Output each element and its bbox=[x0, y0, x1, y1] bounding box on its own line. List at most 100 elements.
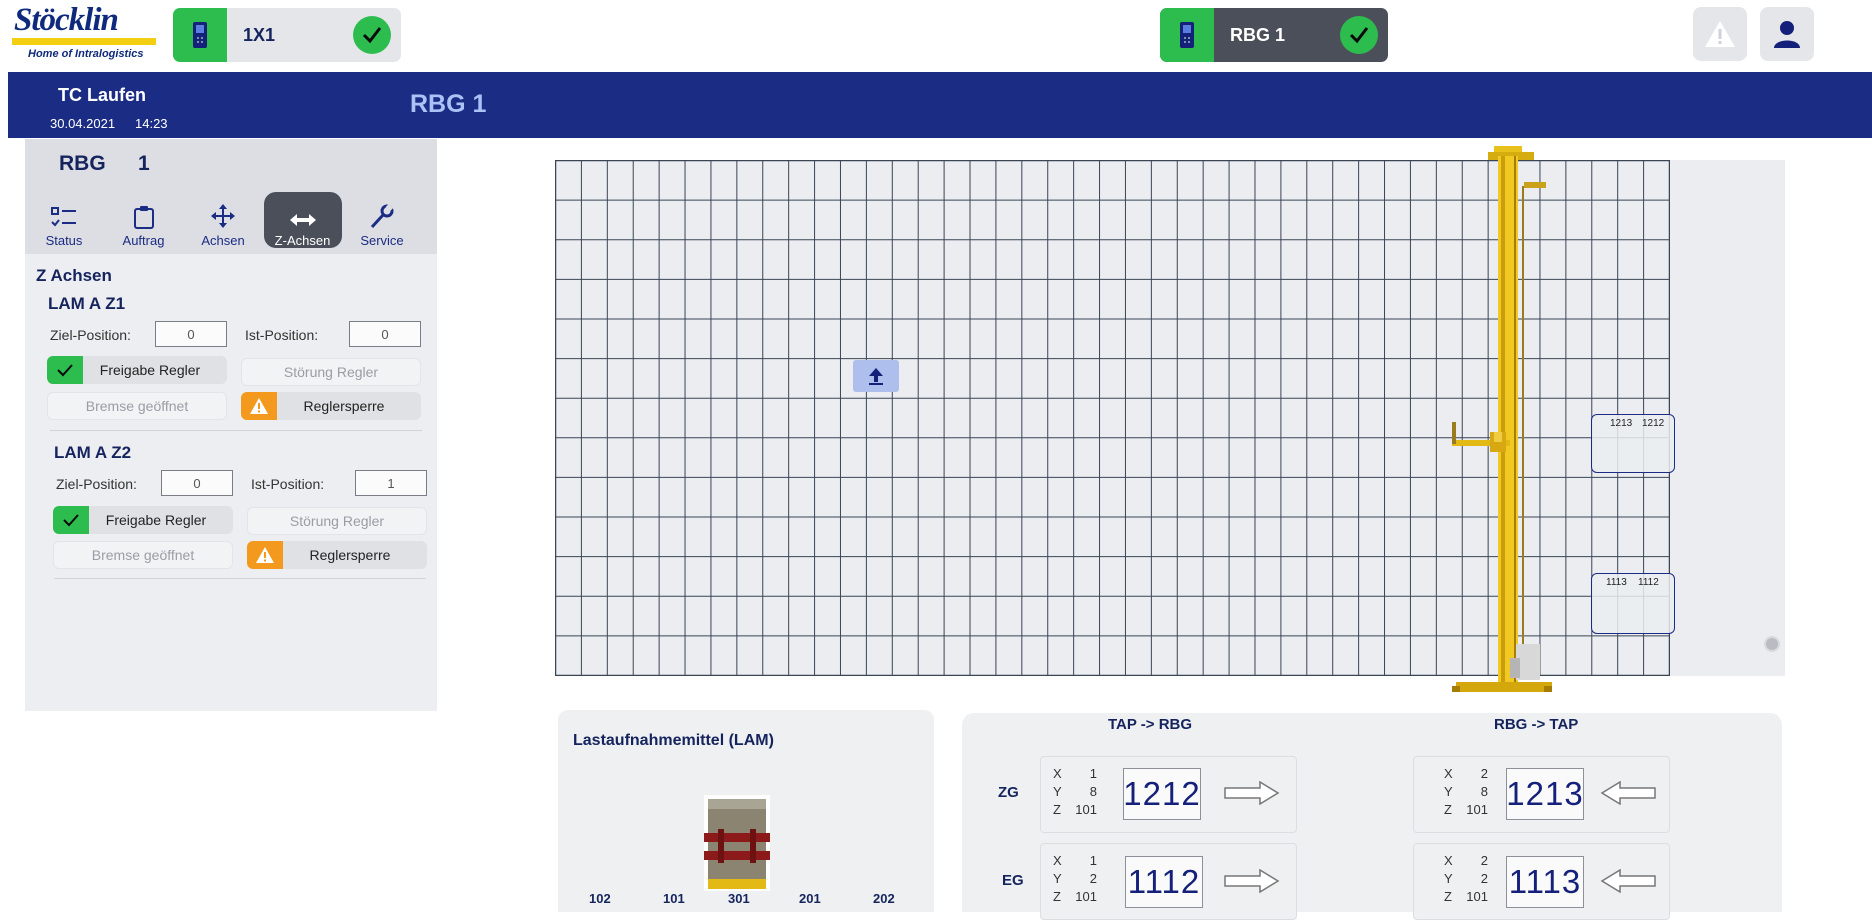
check-icon bbox=[53, 506, 89, 534]
scroll-handle[interactable] bbox=[1764, 636, 1780, 652]
divider bbox=[50, 430, 422, 431]
tab-service[interactable]: Service bbox=[343, 192, 421, 248]
brake-open-status: Bremse geöffnet bbox=[47, 392, 227, 420]
device-selector-1x1[interactable]: 1X1 bbox=[173, 8, 401, 62]
location-code: 1112 bbox=[1125, 856, 1203, 908]
arrow-right-icon bbox=[1224, 781, 1280, 805]
actual-position-field: 0 bbox=[349, 321, 421, 347]
location-code: 1213 bbox=[1506, 768, 1584, 820]
sidebar-tabs: Status Auftrag Achsen Z-Achsen Service bbox=[25, 192, 437, 248]
tab-label: Status bbox=[45, 233, 83, 248]
transfer-card[interactable]: X2 Y8 Z 101 1213 bbox=[1413, 756, 1670, 833]
slot-code: 1212 bbox=[1642, 418, 1665, 429]
lam-position-label: 301 bbox=[728, 891, 750, 906]
controller-fault-status: Störung Regler bbox=[241, 358, 421, 386]
time-text: 14:23 bbox=[135, 116, 168, 131]
lam-position-label: 101 bbox=[663, 891, 685, 906]
target-position-field[interactable]: 0 bbox=[155, 321, 227, 347]
actual-position-label: Ist-Position: bbox=[245, 327, 319, 343]
check-icon bbox=[1340, 16, 1378, 54]
site-name: TC Laufen bbox=[58, 85, 146, 105]
arrow-right-icon bbox=[1224, 869, 1280, 893]
brake-open-status: Bremse geöffnet bbox=[53, 541, 233, 569]
coords: X1 Y2 Z 101 bbox=[1053, 853, 1097, 904]
controller-lock-status: Reglersperre bbox=[241, 392, 421, 420]
coords: X1 Y8 Z 101 bbox=[1053, 766, 1097, 817]
upload-arrow-icon bbox=[869, 368, 883, 385]
slot-code: 1213 bbox=[1610, 418, 1633, 429]
status-label: Freigabe Regler bbox=[105, 512, 207, 528]
row-label-zg: ZG bbox=[998, 784, 1019, 801]
status-label: Freigabe Regler bbox=[99, 362, 201, 378]
warning-icon bbox=[247, 541, 283, 569]
lam-position-label: 102 bbox=[589, 891, 611, 906]
check-icon bbox=[353, 16, 391, 54]
transfer-card[interactable]: X2 Y2 Z 101 1113 bbox=[1413, 843, 1670, 920]
warning-icon bbox=[1705, 21, 1735, 47]
clipboard-icon bbox=[133, 206, 154, 229]
device-selector-label: RBG 1 bbox=[1230, 24, 1286, 45]
logo-title: Stöcklin bbox=[14, 2, 119, 38]
sidebar-device-number: 1 bbox=[138, 152, 150, 175]
upload-button[interactable] bbox=[853, 360, 899, 392]
tab-label: Z-Achsen bbox=[274, 233, 331, 248]
actual-position-field: 1 bbox=[355, 470, 427, 496]
transfer-card[interactable]: X1 Y2 Z 101 1112 bbox=[1040, 843, 1297, 920]
row-label-eg: EG bbox=[1002, 872, 1024, 889]
horizontal-arrows-icon bbox=[289, 214, 316, 226]
section-title: Z Achsen bbox=[36, 266, 112, 285]
tab-label: Achsen bbox=[201, 233, 245, 248]
logo: Stöcklin Home of Intralogistics bbox=[12, 0, 162, 64]
col-title-rbg-tap: RBG -> TAP bbox=[1494, 716, 1579, 733]
release-controller-status: Freigabe Regler bbox=[47, 356, 227, 384]
release-controller-status: Freigabe Regler bbox=[53, 506, 233, 534]
date-text: 30.04.2021 bbox=[50, 116, 116, 131]
transfer-slot-lower[interactable]: 1113 1112 bbox=[1591, 573, 1675, 634]
user-icon bbox=[1774, 21, 1800, 48]
target-position-label: Ziel-Position: bbox=[50, 327, 131, 343]
location-code: 1113 bbox=[1506, 856, 1584, 908]
user-button[interactable] bbox=[1760, 7, 1814, 61]
arrow-left-icon bbox=[1600, 781, 1656, 805]
transfer-card[interactable]: X1 Y8 Z 101 1212 bbox=[1040, 756, 1297, 833]
target-position-field[interactable]: 0 bbox=[161, 470, 233, 496]
handheld-icon bbox=[173, 8, 227, 62]
divider bbox=[54, 578, 426, 579]
logo-subtitle: Home of Intralogistics bbox=[28, 48, 144, 60]
tab-label: Auftrag bbox=[122, 233, 165, 248]
device-selector-label: 1X1 bbox=[243, 24, 276, 45]
tab-auftrag[interactable]: Auftrag bbox=[105, 192, 183, 248]
group-title: LAM A Z1 bbox=[48, 294, 126, 313]
controller-fault-status: Störung Regler bbox=[247, 507, 427, 535]
slot-code: 1113 bbox=[1606, 577, 1627, 588]
check-icon bbox=[47, 356, 83, 384]
transfer-slot-upper[interactable]: 1213 1212 bbox=[1591, 414, 1675, 473]
handheld-icon bbox=[1160, 8, 1214, 62]
logo-bar bbox=[12, 38, 156, 45]
tab-z-achsen[interactable]: Z-Achsen bbox=[263, 192, 342, 248]
lam-position-label: 202 bbox=[873, 891, 895, 906]
tab-status[interactable]: Status bbox=[25, 192, 103, 248]
title-bar bbox=[8, 72, 1872, 138]
load-handling-device-image bbox=[704, 795, 770, 891]
move-arrows-icon bbox=[211, 204, 235, 228]
location-code: 1212 bbox=[1123, 768, 1201, 820]
arrow-left-icon bbox=[1600, 869, 1656, 893]
status-label: Reglersperre bbox=[309, 547, 391, 563]
group-title: LAM A Z2 bbox=[54, 443, 132, 462]
col-title-tap-rbg: TAP -> RBG bbox=[1108, 716, 1193, 733]
tab-achsen[interactable]: Achsen bbox=[184, 192, 262, 248]
stacker-crane bbox=[1452, 146, 1552, 692]
controller-lock-status: Reglersperre bbox=[247, 541, 427, 569]
actual-position-label: Ist-Position: bbox=[251, 476, 325, 492]
wrench-icon bbox=[370, 203, 394, 229]
coords: X2 Y8 Z 101 bbox=[1444, 766, 1488, 817]
sidebar-device-label: RBG bbox=[59, 152, 106, 175]
alarm-button[interactable] bbox=[1693, 7, 1747, 61]
coords: X2 Y2 Z 101 bbox=[1444, 853, 1488, 904]
slot-code: 1112 bbox=[1638, 577, 1659, 588]
device-selector-rbg1[interactable]: RBG 1 bbox=[1160, 8, 1388, 62]
status-label: Reglersperre bbox=[303, 398, 385, 414]
lam-position-label: 201 bbox=[799, 891, 821, 906]
list-check-icon bbox=[51, 207, 76, 227]
